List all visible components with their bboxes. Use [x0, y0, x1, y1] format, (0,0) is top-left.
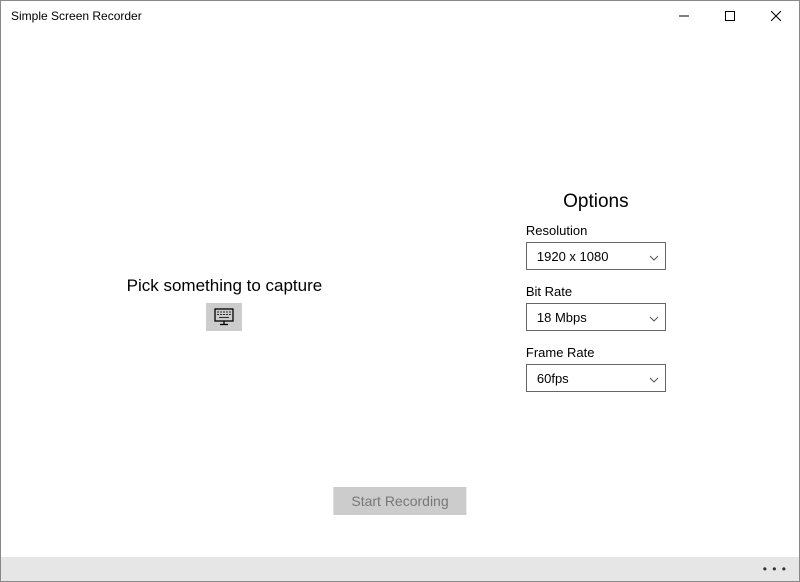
minimize-icon [679, 11, 689, 21]
framerate-dropdown[interactable]: 60fps [526, 364, 666, 392]
more-options-icon[interactable]: • • • [763, 562, 787, 576]
framerate-value: 60fps [537, 371, 569, 386]
main-content: Pick something to capture Options [1, 31, 799, 487]
options-title: Options [526, 191, 666, 213]
footer-area: Start Recording [1, 487, 799, 557]
capture-heading: Pick something to capture [1, 276, 448, 296]
framerate-field: Frame Rate 60fps [526, 345, 799, 392]
maximize-icon [725, 11, 735, 21]
capture-pane: Pick something to capture [1, 31, 448, 487]
chevron-down-icon [649, 373, 659, 383]
resolution-label: Resolution [526, 223, 799, 238]
close-icon [771, 11, 781, 21]
window-title: Simple Screen Recorder [11, 9, 661, 23]
chevron-down-icon [649, 251, 659, 261]
close-button[interactable] [753, 1, 799, 31]
bitrate-label: Bit Rate [526, 284, 799, 299]
bitrate-field: Bit Rate 18 Mbps [526, 284, 799, 331]
resolution-value: 1920 x 1080 [537, 249, 609, 264]
maximize-button[interactable] [707, 1, 753, 31]
capture-source-button[interactable] [206, 303, 242, 331]
window-controls [661, 1, 799, 31]
resolution-field: Resolution 1920 x 1080 [526, 223, 799, 270]
bitrate-dropdown[interactable]: 18 Mbps [526, 303, 666, 331]
monitor-icon [214, 308, 234, 326]
framerate-label: Frame Rate [526, 345, 799, 360]
minimize-button[interactable] [661, 1, 707, 31]
options-pane: Options Resolution 1920 x 1080 Bit Rate … [448, 31, 799, 487]
statusbar: • • • [1, 557, 799, 581]
bitrate-value: 18 Mbps [537, 310, 587, 325]
resolution-dropdown[interactable]: 1920 x 1080 [526, 242, 666, 270]
chevron-down-icon [649, 312, 659, 322]
titlebar: Simple Screen Recorder [1, 1, 799, 31]
start-recording-button[interactable]: Start Recording [333, 487, 466, 515]
